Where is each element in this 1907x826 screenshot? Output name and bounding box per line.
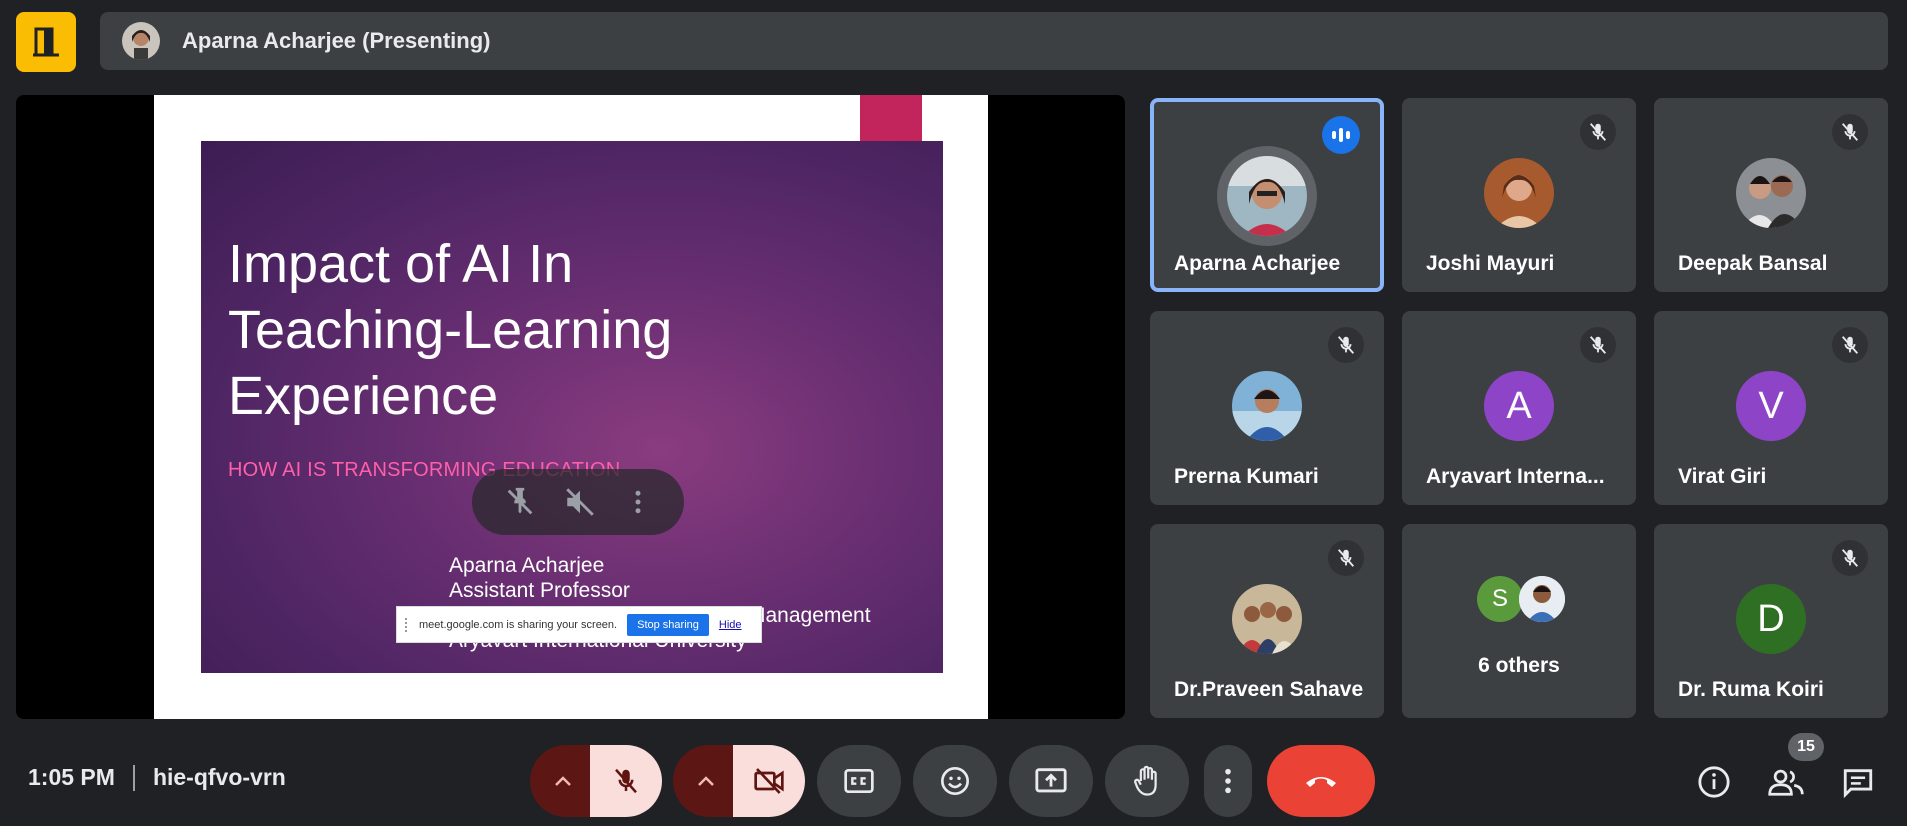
participant-tile[interactable]: A Aryavart Interna...	[1402, 311, 1636, 505]
raise-hand-button[interactable]	[1105, 745, 1189, 817]
participant-name: Dr.Praveen Sahave	[1174, 678, 1364, 701]
leave-call-logo-button[interactable]	[16, 12, 76, 72]
mic-off-icon	[1832, 327, 1868, 363]
emoji-icon	[941, 767, 969, 795]
presentation-slide: Impact of AI In Teaching-Learning Experi…	[201, 141, 943, 673]
presenter-avatar	[122, 22, 160, 60]
slide-title-line: Teaching-Learning	[228, 300, 673, 360]
more-options-icon[interactable]	[623, 487, 653, 517]
meeting-details-button[interactable]	[1694, 762, 1734, 802]
present-to-all-icon	[1035, 768, 1067, 793]
participant-tile[interactable]: Prerna Kumari	[1150, 311, 1384, 505]
video-options-button[interactable]	[673, 745, 739, 817]
share-message: meet.google.com is sharing your screen.	[419, 618, 618, 631]
slide-title-line: Impact of AI In	[228, 234, 574, 294]
camera-off-icon	[754, 768, 784, 794]
others-count-label: 6 others	[1478, 654, 1560, 677]
slide-title-line: Experience	[228, 366, 499, 426]
meeting-info: 1:05 PM hie-qfvo-vrn	[28, 764, 286, 791]
mic-off-icon	[1328, 540, 1364, 576]
hang-up-icon	[1306, 777, 1336, 787]
avatar	[1519, 576, 1565, 622]
door-exit-icon	[33, 27, 59, 57]
audio-options-button[interactable]	[530, 745, 596, 817]
mute-tile-icon[interactable]	[563, 485, 597, 519]
microphone-toggle-button[interactable]	[590, 745, 662, 817]
others-avatars: S	[1477, 576, 1567, 626]
presenter-banner: Aparna Acharjee (Presenting)	[100, 12, 1888, 70]
chevron-up-icon	[555, 776, 571, 786]
mic-off-icon	[1832, 114, 1868, 150]
participant-name: Prerna Kumari	[1174, 465, 1319, 488]
chat-button[interactable]	[1838, 762, 1878, 802]
meeting-code: hie-qfvo-vrn	[152, 764, 286, 790]
participant-name: Deepak Bansal	[1678, 252, 1828, 275]
avatar-letter: V	[1736, 371, 1806, 441]
present-screen-button[interactable]	[1009, 745, 1093, 817]
closed-captions-icon	[844, 769, 874, 793]
people-icon	[1768, 769, 1804, 796]
avatar	[1217, 146, 1317, 246]
presenter-name: Aparna Acharjee (Presenting)	[182, 28, 491, 53]
screen-share-notification: meet.google.com is sharing your screen. …	[396, 606, 762, 643]
divider	[132, 764, 135, 791]
participant-count-badge: 15	[1788, 733, 1824, 761]
participant-tile[interactable]: D Dr. Ruma Koiri	[1654, 524, 1888, 718]
participant-tile[interactable]: Joshi Mayuri	[1402, 98, 1636, 292]
presentation-stage[interactable]: Impact of AI In Teaching-Learning Experi…	[16, 95, 1125, 719]
tile-hover-controls	[472, 469, 684, 535]
more-options-button[interactable]	[1204, 745, 1252, 817]
participant-name: Joshi Mayuri	[1426, 252, 1555, 275]
mic-off-icon	[1832, 540, 1868, 576]
speaking-indicator-icon	[1322, 116, 1360, 154]
author-title: Assistant Professor	[449, 579, 630, 602]
participant-name: Dr. Ruma Koiri	[1678, 678, 1824, 701]
participant-name: Aparna Acharjee	[1174, 252, 1341, 275]
info-icon	[1698, 766, 1730, 798]
avatar	[1484, 158, 1554, 228]
chat-icon	[1843, 769, 1873, 798]
mic-off-icon	[1328, 327, 1364, 363]
avatar	[1736, 158, 1806, 228]
author-name: Aparna Acharjee	[449, 554, 605, 577]
stop-sharing-button[interactable]: Stop sharing	[627, 613, 709, 636]
drag-handle-icon[interactable]	[405, 617, 409, 632]
avatar-letter: D	[1736, 584, 1806, 654]
hide-banner-link[interactable]: Hide	[719, 619, 742, 631]
avatar	[1232, 371, 1302, 441]
avatar	[1232, 584, 1302, 654]
mic-off-icon	[615, 768, 637, 794]
participant-name: Virat Giri	[1678, 465, 1767, 488]
participant-name: Aryavart Interna...	[1426, 465, 1605, 488]
chevron-up-icon	[698, 776, 714, 786]
participant-tile[interactable]: V Virat Giri	[1654, 311, 1888, 505]
raise-hand-icon	[1134, 765, 1157, 796]
camera-toggle-button[interactable]	[733, 745, 805, 817]
avatar-letter: S	[1477, 576, 1523, 622]
participant-tile[interactable]: Aparna Acharjee	[1150, 98, 1384, 292]
more-vert-icon	[1225, 768, 1231, 794]
reactions-button[interactable]	[913, 745, 997, 817]
captions-button[interactable]	[817, 745, 901, 817]
slide-title: Impact of AI In Teaching-Learning Experi…	[228, 231, 788, 429]
participant-tile[interactable]: Dr.Praveen Sahave	[1150, 524, 1384, 718]
leave-call-button[interactable]	[1267, 745, 1375, 817]
participant-tile[interactable]: Deepak Bansal	[1654, 98, 1888, 292]
unpin-icon[interactable]	[503, 485, 537, 519]
others-tile[interactable]: S 6 others	[1402, 524, 1636, 718]
mic-off-icon	[1580, 327, 1616, 363]
people-button[interactable]	[1766, 762, 1806, 802]
mic-off-icon	[1580, 114, 1616, 150]
clock-time: 1:05 PM	[28, 764, 115, 790]
avatar-letter: A	[1484, 371, 1554, 441]
